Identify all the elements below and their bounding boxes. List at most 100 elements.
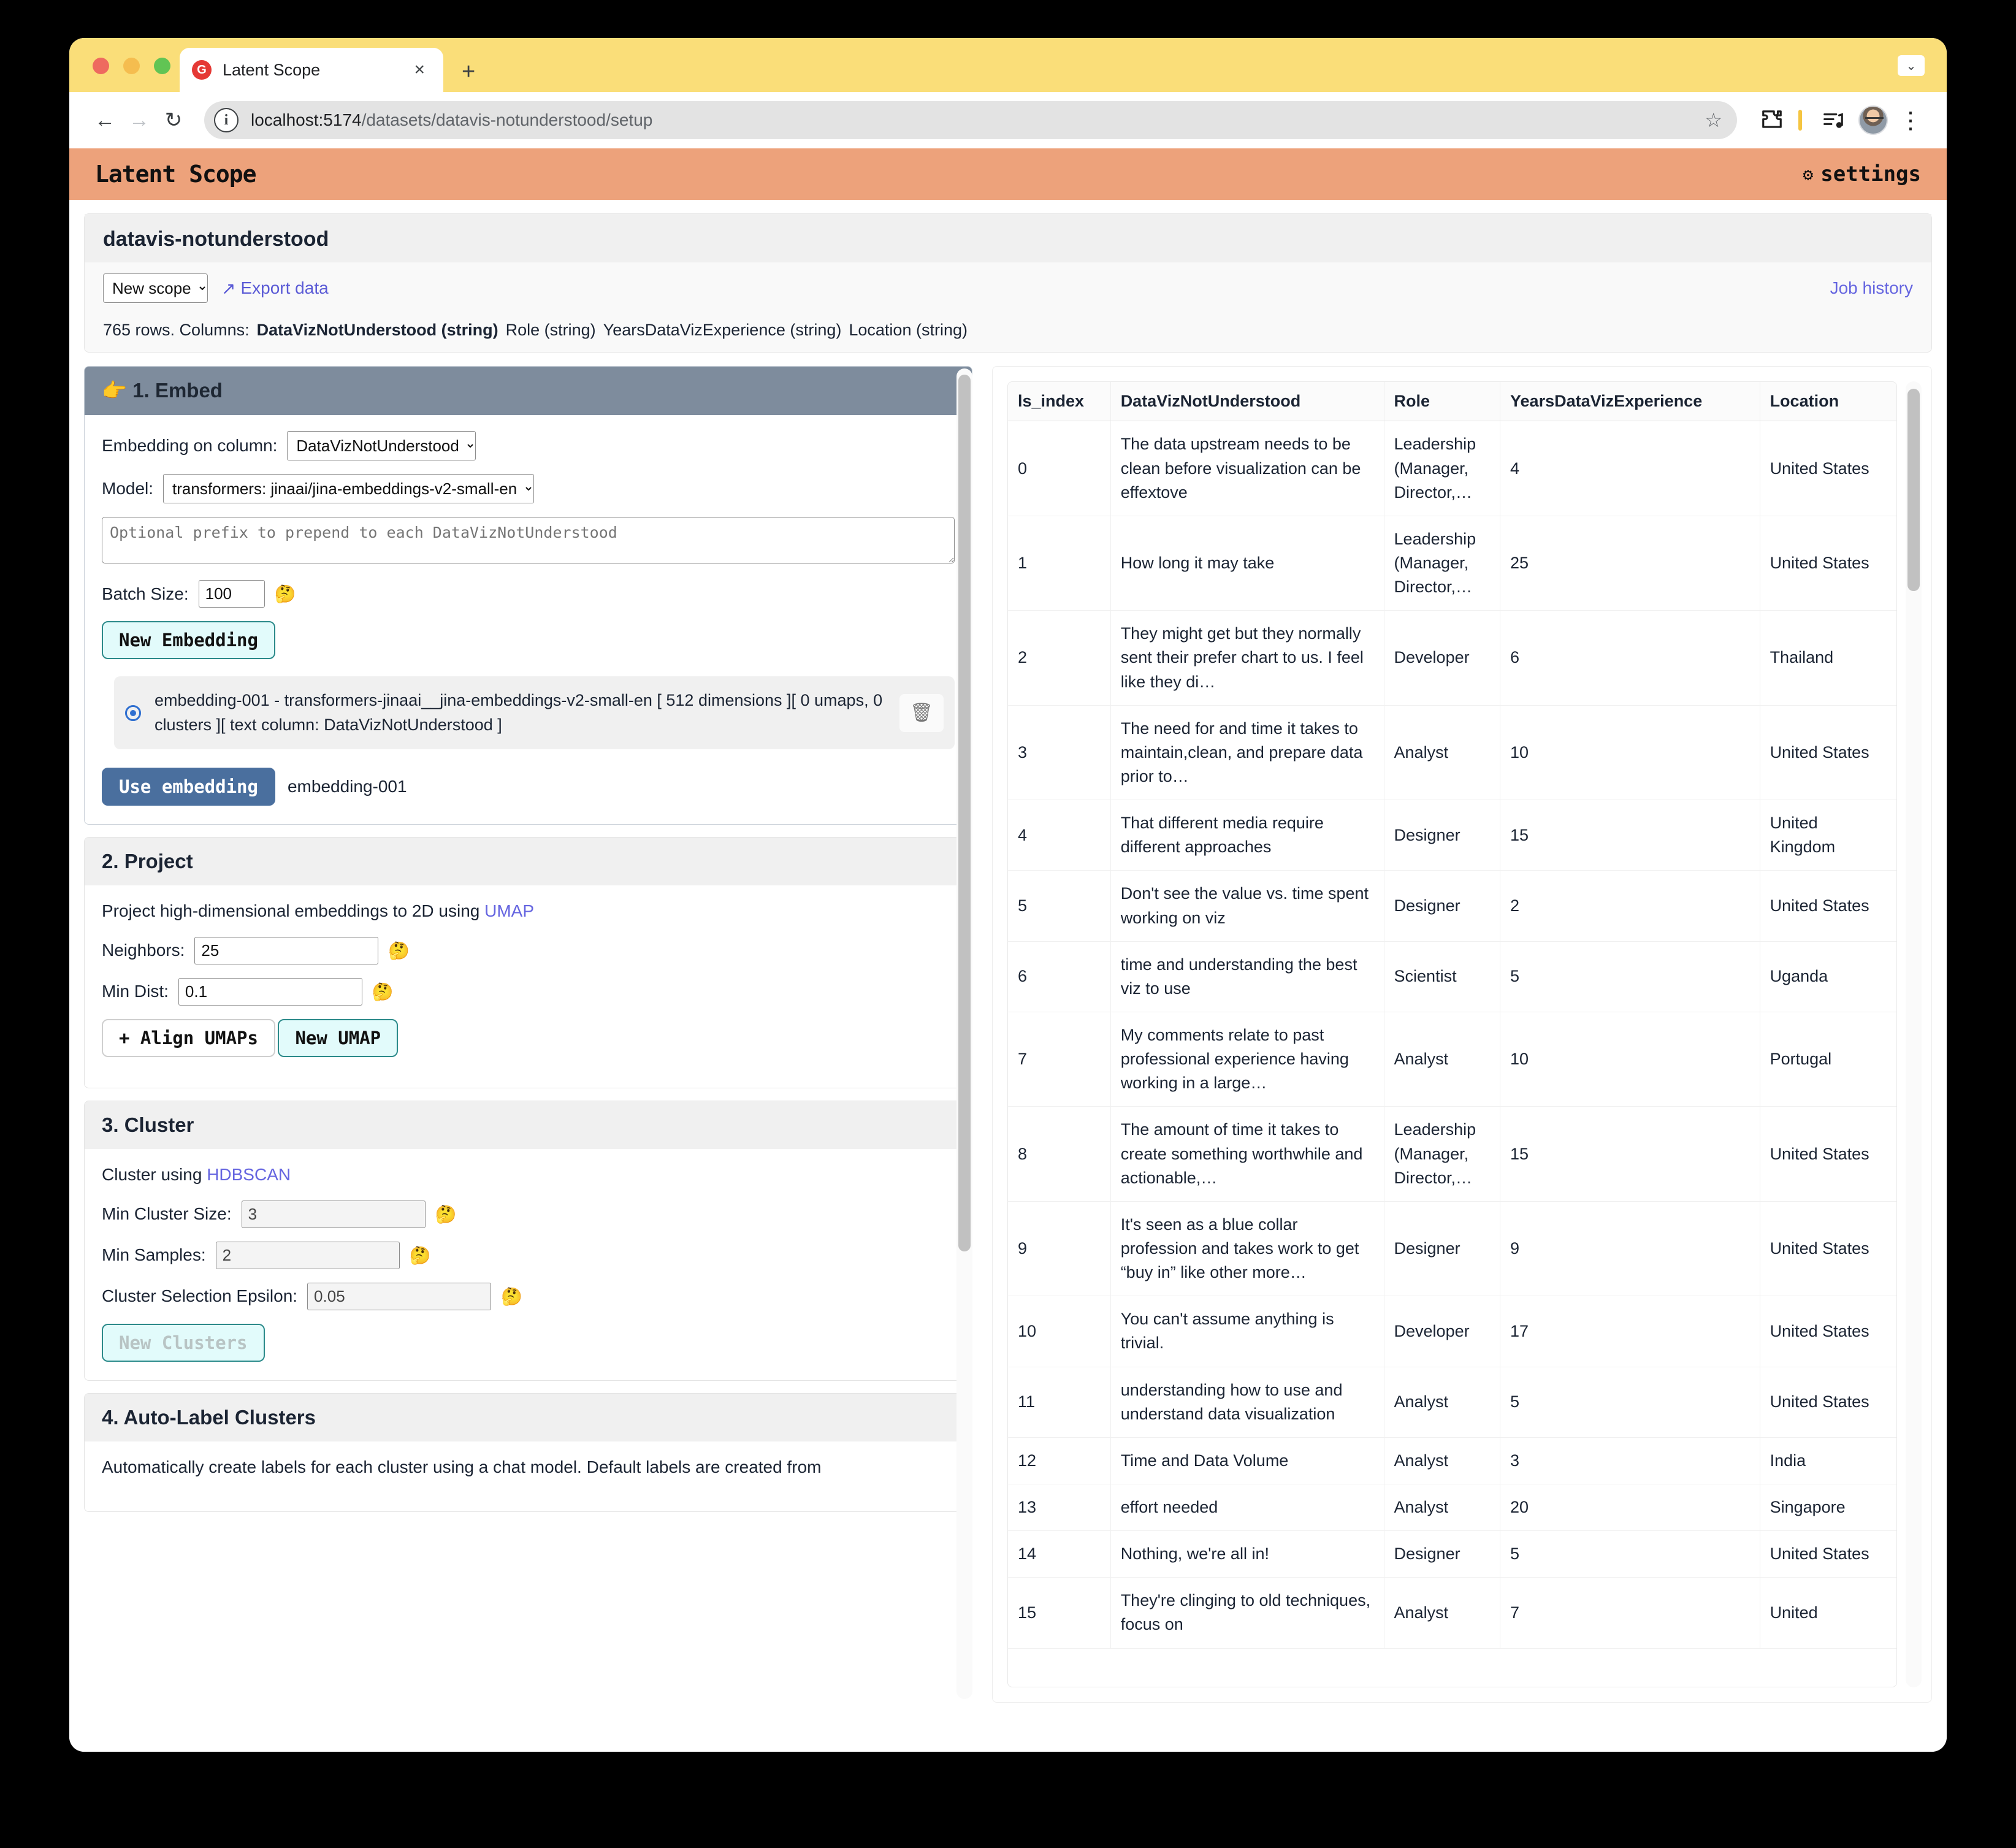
- cell-index: 3: [1008, 705, 1111, 801]
- neighbors-input[interactable]: [194, 936, 379, 964]
- table-row[interactable]: 10 You can't assume anything is trivial. D…: [1008, 1296, 1896, 1367]
- table-row[interactable]: 12 Time and Data Volume Analyst 3 India: [1008, 1437, 1896, 1484]
- mindist-input[interactable]: [178, 977, 362, 1006]
- cell-index: 4: [1008, 800, 1111, 871]
- embed-batch-input[interactable]: [198, 580, 265, 608]
- table-row[interactable]: 1 How long it may take Leadership (Manager…: [1008, 516, 1896, 611]
- table-row[interactable]: 8 The amount of time it takes to create s…: [1008, 1106, 1896, 1202]
- epsilon-input[interactable]: [307, 1282, 492, 1310]
- column-header-ls-index[interactable]: ls_index: [1008, 382, 1111, 422]
- browser-tab[interactable]: G Latent Scope ×: [180, 48, 443, 92]
- min-cluster-size-input[interactable]: [241, 1200, 426, 1228]
- toolbar-divider: [1798, 110, 1802, 131]
- align-umaps-button[interactable]: + Align UMAPs: [102, 1018, 275, 1057]
- use-embedding-row: Use embedding embedding-001: [102, 767, 955, 806]
- column-header-years[interactable]: YearsDataVizExperience: [1500, 382, 1760, 422]
- embedding-radio[interactable]: [125, 704, 141, 721]
- min-samples-input[interactable]: [215, 1241, 400, 1269]
- settings-button[interactable]: ⚙ settings: [1803, 162, 1921, 186]
- menu-icon[interactable]: ⋮: [1893, 102, 1928, 138]
- address-bar[interactable]: i localhost:5174/datasets/datavis-notund…: [204, 101, 1737, 139]
- site-info-icon[interactable]: i: [214, 108, 239, 132]
- forward-button[interactable]: →: [122, 103, 156, 137]
- table-row[interactable]: 11 understanding how to use and understan…: [1008, 1367, 1896, 1438]
- table-row[interactable]: 14 Nothing, we're all in! Designer 5 United …: [1008, 1530, 1896, 1578]
- dataset-toolbar: New scope ↗ Export data Job history: [85, 262, 1931, 303]
- table-row[interactable]: 15 They're clinging to old techniques, fo…: [1008, 1577, 1896, 1649]
- cell-index: 14: [1008, 1530, 1111, 1578]
- bookmark-star-icon[interactable]: ☆: [1705, 109, 1722, 132]
- maximize-window-button[interactable]: [154, 58, 170, 74]
- avatar[interactable]: [1858, 105, 1888, 135]
- help-icon[interactable]: 🤔: [372, 982, 394, 1002]
- help-icon[interactable]: 🤔: [435, 1204, 457, 1224]
- epsilon-row: Cluster Selection Epsilon: 🤔: [102, 1282, 955, 1310]
- new-umap-button[interactable]: New UMAP: [278, 1018, 399, 1057]
- back-button[interactable]: ←: [88, 103, 122, 137]
- table-row[interactable]: 7 My comments relate to past professional…: [1008, 1012, 1896, 1107]
- cell-index: 13: [1008, 1484, 1111, 1532]
- reload-button[interactable]: ↻: [156, 103, 191, 137]
- gear-icon: ⚙: [1803, 164, 1814, 185]
- embedding-list-item[interactable]: embedding-001 - transformers-jinaai__jin…: [114, 676, 955, 749]
- umap-link[interactable]: UMAP: [484, 901, 534, 920]
- cell-location: Uganda: [1760, 941, 1896, 1012]
- help-icon[interactable]: 🤔: [388, 941, 410, 961]
- table-row[interactable]: 0 The data upstream needs to be clean bef…: [1008, 421, 1896, 516]
- cell-text: The need for and time it takes to mainta…: [1110, 705, 1384, 801]
- help-icon[interactable]: 🤔: [501, 1286, 522, 1307]
- close-icon[interactable]: ×: [408, 61, 431, 79]
- cell-index: 12: [1008, 1437, 1111, 1484]
- cell-location: Thailand: [1760, 610, 1896, 706]
- cell-years: 5: [1500, 941, 1760, 1012]
- help-icon[interactable]: 🤔: [275, 584, 296, 604]
- cell-text: The data upstream needs to be clean befo…: [1110, 421, 1384, 516]
- new-clusters-button[interactable]: New Clusters: [102, 1323, 265, 1362]
- table-row[interactable]: 5 Don't see the value vs. time spent work…: [1008, 870, 1896, 942]
- embed-prefix-textarea[interactable]: [102, 517, 955, 564]
- pipeline-scrollbar-thumb[interactable]: [958, 375, 971, 1252]
- cell-text: They're clinging to old techniques, focu…: [1110, 1577, 1384, 1649]
- cell-text: Don't see the value vs. time spent worki…: [1110, 870, 1384, 942]
- close-window-button[interactable]: [93, 58, 109, 74]
- table-row[interactable]: 6 time and understanding the best viz to …: [1008, 941, 1896, 1012]
- minimize-window-button[interactable]: [123, 58, 140, 74]
- table-row[interactable]: 2 They might get but they normally sent t…: [1008, 610, 1896, 706]
- table-row[interactable]: 9 It's seen as a blue collar profession a…: [1008, 1201, 1896, 1297]
- table-scrollbar-thumb[interactable]: [1907, 389, 1920, 592]
- cell-index: 10: [1008, 1296, 1111, 1367]
- use-embedding-button[interactable]: Use embedding: [102, 767, 275, 806]
- table-row[interactable]: 4 That different media require different …: [1008, 800, 1896, 871]
- embed-column-select[interactable]: DataVizNotUnderstood: [287, 431, 476, 461]
- cell-text: That different media require different a…: [1110, 800, 1384, 871]
- external-link-icon: ↗: [221, 278, 236, 298]
- cell-index: 1: [1008, 516, 1111, 611]
- embed-model-select[interactable]: transformers: jinaai/jina-embeddings-v2-…: [163, 474, 535, 504]
- cell-text: time and understanding the best viz to u…: [1110, 941, 1384, 1012]
- chevron-down-icon[interactable]: ⌄: [1898, 55, 1925, 76]
- cell-role: Analyst: [1384, 705, 1501, 801]
- export-data-link[interactable]: ↗ Export data: [221, 278, 329, 299]
- new-embedding-button[interactable]: New Embedding: [102, 621, 275, 660]
- embed-batch-row: Batch Size: 🤔: [102, 580, 955, 608]
- column-header-location[interactable]: Location: [1760, 382, 1896, 422]
- table-row[interactable]: 13 effort needed Analyst 20 Singapore: [1008, 1484, 1896, 1532]
- new-tab-button[interactable]: +: [462, 60, 475, 83]
- scope-select[interactable]: New scope: [103, 273, 208, 303]
- column-header-role[interactable]: Role: [1384, 382, 1501, 422]
- cell-years: 5: [1500, 1367, 1760, 1438]
- trash-icon[interactable]: 🗑: [899, 693, 944, 732]
- autolabel-card: 4. Auto-Label Clusters Automatically cre…: [84, 1392, 972, 1512]
- hdbscan-link[interactable]: HDBSCAN: [207, 1165, 291, 1184]
- cell-index: 11: [1008, 1367, 1111, 1438]
- media-list-icon[interactable]: [1816, 102, 1851, 138]
- cell-role: Leadership (Manager, Director,…: [1384, 421, 1501, 516]
- job-history-link[interactable]: Job history: [1830, 278, 1913, 298]
- column-header-datavis[interactable]: DataVizNotUnderstood: [1110, 382, 1384, 422]
- cell-location: United States: [1760, 870, 1896, 942]
- table-row[interactable]: 3 The need for and time it takes to maint…: [1008, 705, 1896, 801]
- help-icon[interactable]: 🤔: [410, 1245, 431, 1266]
- puzzle-icon[interactable]: [1754, 102, 1790, 138]
- min-cluster-size-label: Min Cluster Size:: [102, 1204, 232, 1224]
- dataset-panel: datavis-notunderstood New scope ↗ Export…: [84, 213, 1932, 353]
